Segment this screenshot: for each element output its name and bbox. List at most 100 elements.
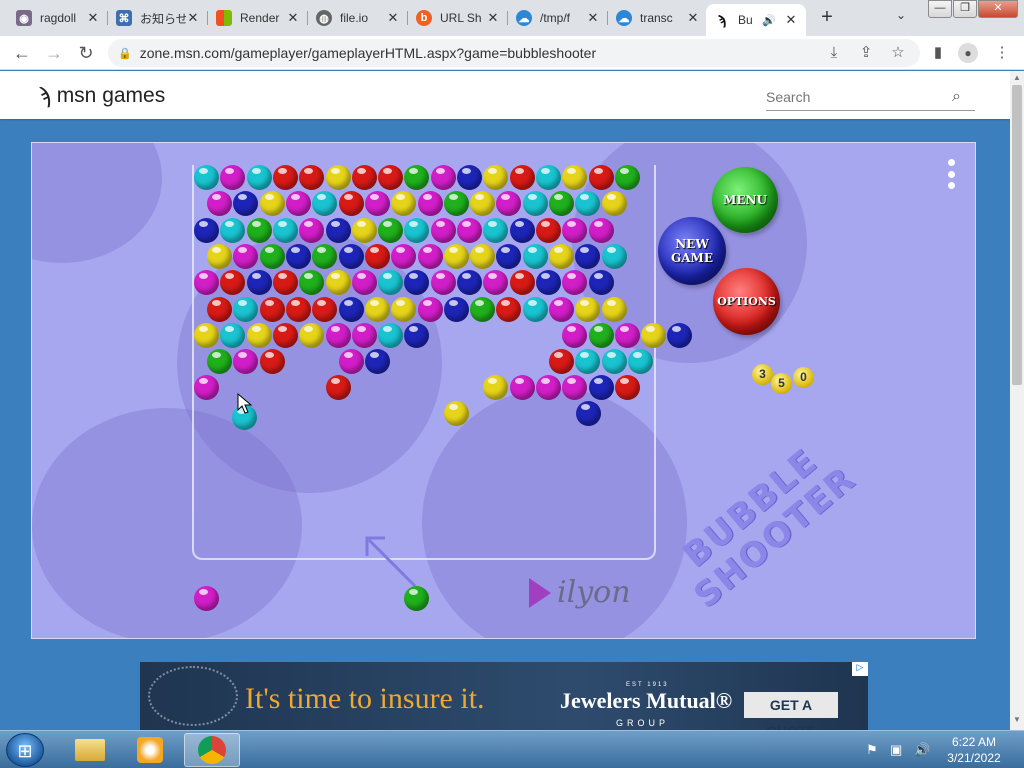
tab-bubble-shooter[interactable]: ϡ Bu 🔊 ✕ xyxy=(706,4,806,36)
clock-date: 3/21/2022 xyxy=(947,751,1001,765)
address-bar[interactable]: 🔒 zone.msn.com/gameplayer/gameplayerHTML… xyxy=(108,39,920,67)
maximize-button[interactable]: ❐ xyxy=(953,0,977,18)
ilyon-logo[interactable]: ilyon xyxy=(529,575,631,610)
bubble-yellow xyxy=(562,165,588,190)
bubble-blue xyxy=(535,270,561,296)
back-button[interactable]: ← xyxy=(10,41,34,65)
tab-transcribe[interactable]: ☁ transc ✕ xyxy=(608,4,708,32)
bubble-yellow xyxy=(601,296,627,322)
tab-search-button[interactable]: ⌄ xyxy=(896,8,906,22)
bubble-green xyxy=(299,270,325,296)
bubble-yellow xyxy=(483,375,509,401)
bubble-yellow xyxy=(601,191,627,217)
bubble-magenta xyxy=(233,243,259,269)
logo-text: msn games xyxy=(56,84,166,107)
get-a-quote-button[interactable]: GET A QUOTE xyxy=(744,692,838,730)
bubble-magenta xyxy=(588,217,614,243)
minimize-button[interactable]: — xyxy=(928,0,952,18)
tab-fileio[interactable]: ◍ file.io ✕ xyxy=(308,4,408,32)
tab-title: file.io xyxy=(340,11,369,25)
forward-button[interactable]: → xyxy=(42,41,66,65)
options-button[interactable]: OPTIONS xyxy=(713,268,780,335)
tab-url-shortener[interactable]: b URL Sh ✕ xyxy=(408,4,508,32)
score-digit: 0 xyxy=(793,367,814,388)
start-button[interactable]: ⊞ xyxy=(6,733,44,767)
ad-brand: Jewelers Mutual® xyxy=(560,688,733,713)
advertisement-banner[interactable]: It's time to insure it. EST 1913 Jeweler… xyxy=(140,662,868,730)
close-icon[interactable]: ✕ xyxy=(386,10,400,26)
bubble-yellow xyxy=(444,401,469,426)
close-icon[interactable]: ✕ xyxy=(486,10,500,26)
tab-notice[interactable]: ⌘ お知らせ ✕ xyxy=(108,4,208,32)
scroll-down-arrow-icon[interactable]: ▼ xyxy=(1010,715,1024,724)
new-tab-button[interactable]: + xyxy=(815,6,839,30)
network-icon[interactable]: ▣ xyxy=(890,742,902,758)
bubble-red xyxy=(509,165,535,190)
reload-button[interactable]: ↻ xyxy=(74,41,98,65)
bubble-red xyxy=(220,270,246,296)
scroll-up-arrow-icon[interactable]: ▲ xyxy=(1010,73,1024,82)
close-icon[interactable]: ✕ xyxy=(686,10,700,26)
close-icon[interactable]: ✕ xyxy=(186,10,200,26)
bubble-magenta xyxy=(614,322,640,348)
current-shooter-ball[interactable] xyxy=(404,586,429,611)
close-window-button[interactable]: ✕ xyxy=(978,0,1018,18)
search-icon[interactable]: ⌕ xyxy=(952,88,961,106)
bubble-cyan xyxy=(220,322,246,348)
adchoices-icon[interactable]: ▷ xyxy=(852,662,868,676)
bubble-magenta xyxy=(562,322,588,348)
flag-icon[interactable]: ⚑ xyxy=(866,742,878,758)
share-icon[interactable]: ⇪ xyxy=(854,41,878,65)
cloud-favicon: ☁ xyxy=(616,10,632,26)
page-scrollbar[interactable]: ▲ ▼ xyxy=(1010,71,1024,730)
speaker-icon[interactable]: 🔊 xyxy=(762,14,776,27)
bubble-cyan xyxy=(522,296,548,322)
close-icon[interactable]: ✕ xyxy=(586,10,600,26)
next-ball[interactable] xyxy=(194,586,219,611)
tab-title: URL Sh xyxy=(440,11,482,25)
bubble-blue xyxy=(575,243,601,269)
bookmark-star-icon[interactable]: ☆ xyxy=(886,41,910,65)
bubble-magenta xyxy=(496,191,522,217)
bubble-yellow xyxy=(325,165,351,190)
bubble-yellow xyxy=(299,322,325,348)
bubble-magenta xyxy=(351,270,377,296)
bubble-red xyxy=(272,165,298,190)
scrollbar-thumb[interactable] xyxy=(1012,85,1022,385)
side-panel-icon[interactable]: ▮ xyxy=(926,41,950,65)
profile-icon[interactable]: ● xyxy=(958,43,978,63)
install-icon[interactable]: ⤓ xyxy=(822,41,846,65)
new-game-button[interactable]: NEW GAME xyxy=(658,217,726,285)
bubble-yellow xyxy=(575,296,601,322)
bubble-red xyxy=(325,375,351,401)
browser-tab-strip: ◉ ragdoll ✕ ⌘ お知らせ ✕ Render ✕ ◍ file.io … xyxy=(0,0,1024,36)
bubble-yellow xyxy=(259,191,285,217)
tab-render[interactable]: Render ✕ xyxy=(208,4,308,32)
system-clock[interactable]: 6:22 AM 3/21/2022 xyxy=(942,734,1006,766)
bubble-yellow xyxy=(391,191,417,217)
bubble-magenta xyxy=(351,322,377,348)
tab-tmp[interactable]: ☁ /tmp/f ✕ xyxy=(508,4,608,32)
bubble-cyan xyxy=(522,243,548,269)
close-icon[interactable]: ✕ xyxy=(86,10,100,26)
explorer-icon[interactable] xyxy=(62,733,118,767)
menu-button[interactable]: MENU xyxy=(712,167,778,233)
bubble-magenta xyxy=(562,217,588,243)
bubble-magenta xyxy=(220,165,246,190)
game-menu-dots-icon[interactable] xyxy=(946,159,956,189)
notice-favicon: ⌘ xyxy=(116,10,132,26)
close-icon[interactable]: ✕ xyxy=(784,12,798,28)
mouse-cursor-icon xyxy=(237,393,253,414)
game-canvas[interactable]: MENU NEW GAME OPTIONS 3 5 0 BUBBLE SHOOT… xyxy=(31,142,976,639)
search-input[interactable] xyxy=(766,88,946,105)
chrome-icon[interactable] xyxy=(184,733,240,767)
close-icon[interactable]: ✕ xyxy=(286,10,300,26)
lock-icon[interactable]: 🔒 xyxy=(118,47,132,60)
bubble-yellow xyxy=(470,243,496,269)
msn-games-logo[interactable]: ϡ msn games xyxy=(38,83,165,109)
kebab-menu-icon[interactable]: ⋮ xyxy=(990,41,1014,65)
bubble-cyan xyxy=(246,165,272,190)
media-player-icon[interactable] xyxy=(122,733,178,767)
tab-ragdoll[interactable]: ◉ ragdoll ✕ xyxy=(8,4,108,32)
volume-icon[interactable]: 🔊 xyxy=(914,742,930,758)
